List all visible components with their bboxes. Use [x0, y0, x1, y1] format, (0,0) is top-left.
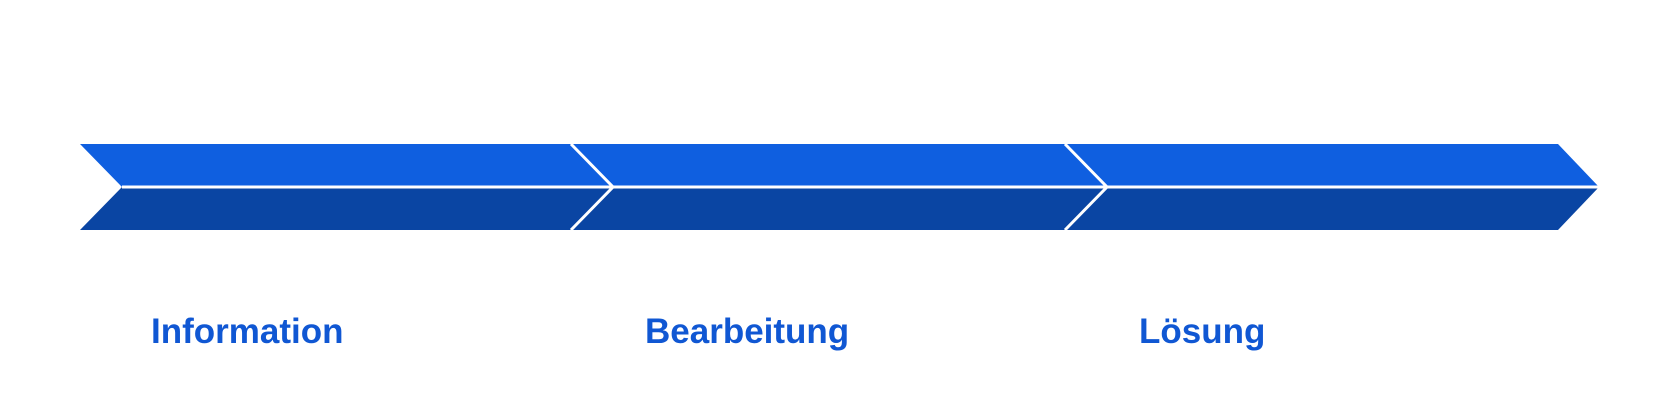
chevron-step-3-upper: [1065, 144, 1599, 187]
step-label-loesung: Lösung: [1139, 312, 1266, 351]
chevron-step-2-upper: [571, 144, 1107, 187]
process-arrow-diagram: [80, 142, 1599, 232]
chevron-step-1-lower: [80, 187, 613, 230]
step-label-information: Information: [151, 312, 344, 351]
chevron-step-2-lower: [571, 187, 1107, 230]
chevron-step-1-upper: [80, 144, 613, 187]
step-label-bearbeitung: Bearbeitung: [645, 312, 850, 351]
chevron-step-3-lower: [1065, 187, 1599, 230]
